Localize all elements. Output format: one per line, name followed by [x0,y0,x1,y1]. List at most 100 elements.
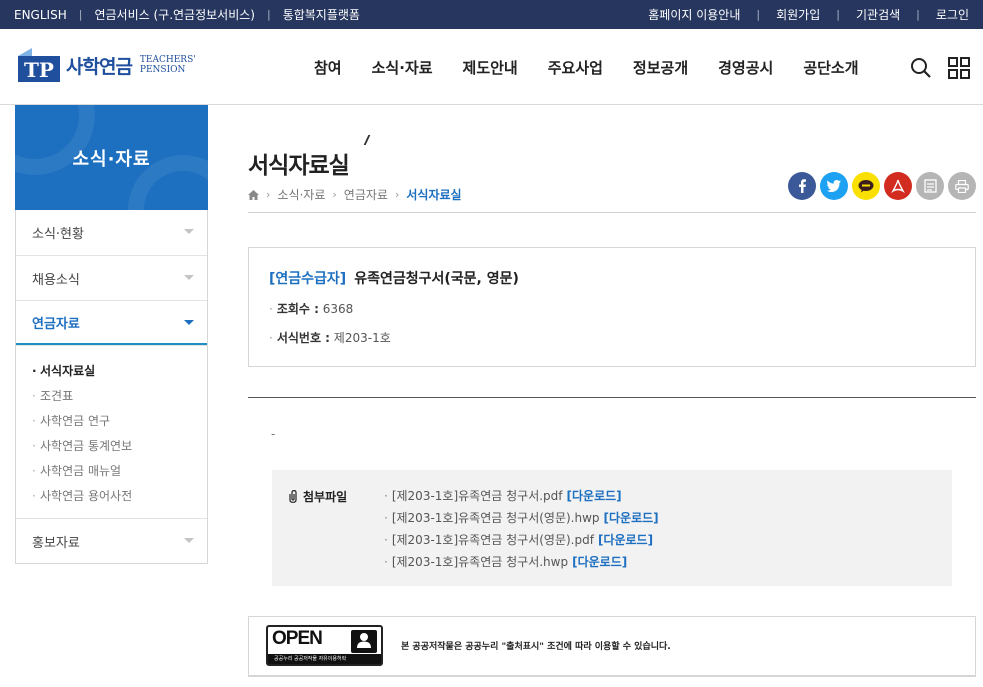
submenu-item-lookup-table[interactable]: · 조견표 [32,383,207,408]
attachment-filename[interactable]: [제203-1호]유족연금 청구서.pdf [392,489,563,503]
submenu-item-forms[interactable]: · 서식자료실 [32,358,207,383]
bullet: · [32,463,36,478]
logo-mark-text: TP [24,58,54,82]
print-icon[interactable] [948,172,976,200]
top-utility-bar: ENGLISH | 연금서비스 (구.연금정보서비스) | 통합복지플랫폼 홈페… [0,0,983,29]
save-icon[interactable] [916,172,944,200]
breadcrumb-separator: › [266,188,271,201]
attachment-filename[interactable]: [제203-1호]유족연금 청구서.hwp [392,555,568,569]
download-link[interactable]: [다운로드] [598,533,653,547]
logo-name-en: TEACHERS' PENSION [140,55,196,75]
site-logo[interactable]: TP 사학연금 TEACHERS' PENSION [16,45,196,85]
sidebar-header: 소식·자료 [15,105,208,210]
submenu-label: 서식자료실 [40,364,96,378]
chevron-down-icon [184,229,194,234]
home-icon[interactable] [248,189,259,200]
attachment-item: · [제203-1호]유족연금 청구서.pdf [다운로드] [384,487,659,509]
kogl-bar: 공공누리 공공저작물 자유이용허락 [268,654,381,664]
nav-system-guide[interactable]: 제도안내 [463,57,518,78]
attachment-filename[interactable]: [제203-1호]유족연금 청구서(영문).hwp [392,511,600,525]
attachments-box: 첨부파일 · [제203-1호]유족연금 청구서.pdf [다운로드] · [제203… [272,470,952,586]
submenu-item-research[interactable]: · 사학연금 연구 [32,408,207,433]
global-header: TP 사학연금 TEACHERS' PENSION 참여 소식·자료 제도안내 … [0,29,983,105]
welfare-platform-link[interactable]: 통합복지플랫폼 [283,6,360,23]
kogl-open-text: OPEN [272,628,323,649]
nav-news-data[interactable]: 소식·자료 [372,57,433,78]
submenu-label: 사학연금 통계연보 [40,439,133,453]
breadcrumb-item[interactable]: 소식·자료 [277,186,325,203]
chevron-down-icon [184,320,194,325]
download-link[interactable]: [다운로드] [567,489,622,503]
separator: | [756,8,761,21]
bullet: · [269,331,273,345]
bullet: · [32,438,36,453]
separator: | [266,8,271,21]
breadcrumb-separator: › [394,188,400,201]
site-guide-link[interactable]: 홈페이지 이용안내 [648,6,740,23]
kakaotalk-icon[interactable] [852,172,880,200]
sidebar-item-news-status[interactable]: 소식·현황 [16,210,207,255]
submenu-label: 사학연금 용어사전 [40,489,133,503]
separator: | [916,8,920,21]
bullet: · [269,302,273,316]
submenu-item-glossary[interactable]: · 사학연금 용어사전 [32,483,207,508]
twitter-icon[interactable] [820,172,848,200]
nav-about[interactable]: 공단소개 [803,57,858,78]
submenu-item-statistics[interactable]: · 사학연금 통계연보 [32,433,207,458]
attachments-list: · [제203-1호]유족연금 청구서.pdf [다운로드] · [제203-1호]유… [384,487,659,575]
attachments-label-text: 첨부파일 [303,490,348,504]
english-link[interactable]: ENGLISH [14,8,67,22]
breadcrumb-separator: › [332,188,337,201]
content-divider [248,397,976,398]
download-link[interactable]: [다운로드] [604,511,659,525]
signup-link[interactable]: 회원가입 [776,6,820,23]
breadcrumb-item[interactable]: 연금자료 [344,186,388,203]
download-link[interactable]: [다운로드] [572,555,627,569]
title-accent-mark [363,135,375,145]
attachments-label: 첨부파일 [288,488,347,505]
breadcrumb: › 소식·자료 › 연금자료 › 서식자료실 [248,186,462,203]
bullet: · [32,388,36,403]
sidebar-title: 소식·자료 [72,148,151,170]
sidebar-item-label: 연금자료 [32,316,80,332]
institution-search-link[interactable]: 기관검색 [856,6,900,23]
chevron-down-icon [184,275,194,280]
post-info-box: [연금수급자] 유족연금청구서(국문, 영문) · 조회수 : 6368 · 서식번호… [248,247,976,367]
attribution-badge-icon [351,630,377,653]
sidebar-item-pr-data[interactable]: 홍보자료 [16,518,207,563]
login-link[interactable]: 로그인 [936,6,969,23]
search-icon[interactable] [910,57,932,79]
post-form-number: · 서식번호 : 제203-1호 [269,329,955,346]
nav-management-disclosure[interactable]: 경영공시 [718,57,773,78]
bullet: · [32,488,36,503]
page-title: 서식자료실 [248,153,350,179]
bullet: · [384,555,388,569]
separator: | [836,8,840,21]
nav-participation[interactable]: 참여 [314,57,342,78]
views-label: 조회수 : [276,302,319,316]
submenu-item-manual[interactable]: · 사학연금 매뉴얼 [32,458,207,483]
sidebar-menu: 소식·현황 채용소식 연금자료 · 서식자료실 · 조견표 · 사학연금 연구 · 사학… [15,210,208,564]
breadcrumb-current: 서식자료실 [406,188,462,202]
title-divider [248,212,976,213]
nav-main-business[interactable]: 주요사업 [548,57,603,78]
form-number-value: 제203-1호 [333,331,391,345]
nav-info-disclosure[interactable]: 정보공개 [633,57,688,78]
grid-menu-icon[interactable] [948,57,970,79]
pension-service-link[interactable]: 연금서비스 (구.연금정보서비스) [94,6,255,23]
sidebar-item-label: 소식·현황 [32,227,84,242]
submenu-label: 조견표 [40,389,74,403]
submenu-label: 사학연금 매뉴얼 [40,464,122,478]
kogl-open-logo: OPEN 공공누리 공공저작물 자유이용허락 [266,625,383,666]
facebook-icon[interactable] [788,172,816,200]
main-nav: 참여 소식·자료 제도안내 주요사업 정보공개 경영공시 공단소개 [314,29,889,105]
attachment-filename[interactable]: [제203-1호]유족연금 청구서(영문).pdf [392,533,594,547]
pdf-icon[interactable] [884,172,912,200]
bullet: · [384,489,388,503]
sidebar-item-recruitment[interactable]: 채용소식 [16,255,207,300]
top-right-links: 홈페이지 이용안내 | 회원가입 | 기관검색 | 로그인 [648,0,969,29]
sidebar-item-pension-data[interactable]: 연금자료 [16,300,207,345]
attachment-item: · [제203-1호]유족연금 청구서(영문).hwp [다운로드] [384,509,659,531]
post-title-text: 유족연금청구서(국문, 영문) [354,271,519,287]
separator: | [78,8,83,21]
